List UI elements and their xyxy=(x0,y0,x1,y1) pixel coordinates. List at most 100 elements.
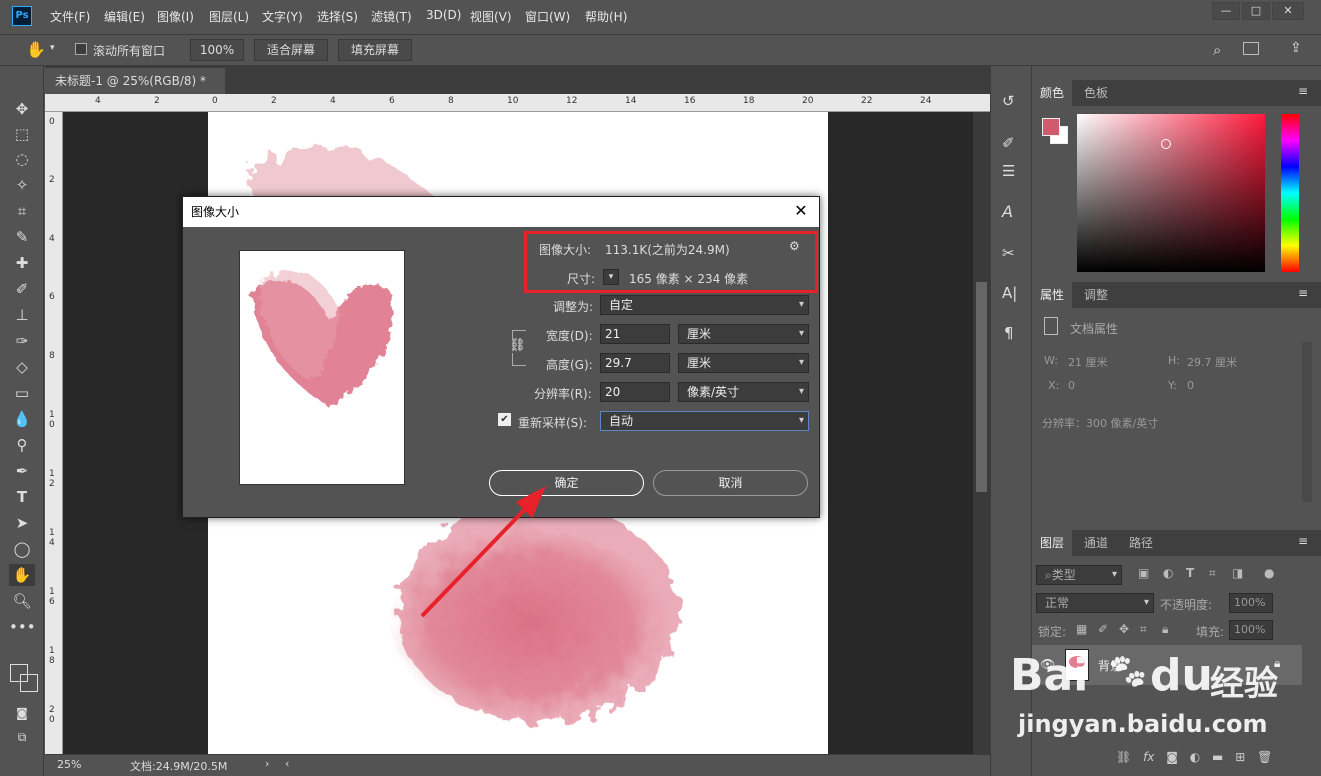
resample-checkbox[interactable]: ✔ xyxy=(498,413,511,426)
link-layers-icon[interactable]: ⛓ xyxy=(1116,750,1131,764)
fit-screen-button[interactable]: 适合屏幕 xyxy=(254,39,328,61)
opacity-input[interactable]: 100% xyxy=(1229,593,1273,613)
scroll-all-checkbox[interactable] xyxy=(75,43,87,55)
lasso-tool-icon[interactable]: ◌ xyxy=(9,148,35,170)
pixel-filter-icon[interactable]: ▣ xyxy=(1138,566,1149,580)
zoom-100-button[interactable]: 100% xyxy=(190,39,244,61)
lock-artboard-icon[interactable]: ⌗ xyxy=(1140,622,1147,637)
menu-select[interactable]: 选择(S) xyxy=(317,8,358,25)
chevron-right-icon[interactable]: › xyxy=(265,757,269,770)
tab-layers[interactable]: 图层 xyxy=(1032,530,1073,556)
properties-scrollbar[interactable] xyxy=(1302,342,1312,502)
screen-mode-icon[interactable]: ⧉ xyxy=(9,726,35,748)
gradient-tool-icon[interactable]: ▭ xyxy=(9,382,35,404)
menu-file[interactable]: 文件(F) xyxy=(50,8,90,25)
fit-to-select[interactable]: 自定 ▾ xyxy=(600,295,809,315)
path-select-icon[interactable]: ➤ xyxy=(9,512,35,534)
crop-tool-icon[interactable]: ⌗ xyxy=(9,200,35,222)
adjustment-sliders-icon[interactable]: ☰ xyxy=(1002,162,1015,180)
zoom-tool-icon[interactable]: 🔍︎ xyxy=(9,590,35,612)
close-icon[interactable]: ✕ xyxy=(1272,2,1304,20)
share-icon[interactable]: ⇪ xyxy=(1290,40,1302,56)
character-icon[interactable]: A xyxy=(1002,202,1013,221)
lock-move-icon[interactable]: ✥ xyxy=(1119,622,1129,636)
type-filter-icon[interactable]: T xyxy=(1186,566,1194,580)
tab-color[interactable]: 颜色 xyxy=(1032,80,1073,106)
type-tool-icon[interactable]: T xyxy=(9,486,35,508)
fill-screen-button[interactable]: 填充屏幕 xyxy=(338,39,412,61)
adjustment-layer-icon[interactable]: ◐ xyxy=(1190,750,1200,764)
image-preview[interactable] xyxy=(239,250,405,485)
hand-tool-icon[interactable]: ✋ xyxy=(9,564,35,586)
brush-tool-icon[interactable]: ✐ xyxy=(9,278,35,300)
menu-view[interactable]: 视图(V) xyxy=(470,8,512,25)
lock-brush-icon[interactable]: ✐ xyxy=(1098,622,1108,636)
cancel-button[interactable]: 取消 xyxy=(653,470,808,496)
search-icon[interactable]: ⌕ xyxy=(1213,41,1221,59)
layer-filter-select[interactable]: ⌕类型 ▾ xyxy=(1036,565,1122,585)
menu-layer[interactable]: 图层(L) xyxy=(209,8,249,25)
close-icon[interactable]: ✕ xyxy=(791,201,811,221)
blur-tool-icon[interactable]: 💧 xyxy=(9,408,35,430)
quick-mask-icon[interactable]: ◙ xyxy=(9,702,35,724)
tab-paths[interactable]: 路径 xyxy=(1121,530,1161,556)
adjustment-filter-icon[interactable]: ◐ xyxy=(1163,566,1173,580)
height-input[interactable]: 29.7 xyxy=(600,353,670,373)
resample-select[interactable]: 自动 ▾ xyxy=(600,411,809,431)
lock-transparent-icon[interactable]: ▦ xyxy=(1076,622,1087,636)
chevron-down-icon[interactable]: ▾ xyxy=(50,43,55,53)
eyedropper-tool-icon[interactable]: ✎ xyxy=(9,226,35,248)
document-tab[interactable]: 未标题-1 @ 25%(RGB/8) * ✕ xyxy=(45,68,225,114)
tab-swatches[interactable]: 色板 xyxy=(1076,80,1116,106)
background-color-swatch[interactable] xyxy=(20,674,38,692)
tab-adjustments[interactable]: 调整 xyxy=(1076,282,1116,308)
new-group-icon[interactable]: ▬ xyxy=(1212,750,1223,764)
width-input[interactable]: 21 xyxy=(600,324,670,344)
height-unit-select[interactable]: 厘米 ▾ xyxy=(678,353,809,373)
maximize-icon[interactable]: □ xyxy=(1242,2,1270,20)
tool-presets-icon[interactable]: ✂ xyxy=(1002,244,1015,262)
panel-menu-icon[interactable]: ≡ xyxy=(1298,534,1308,548)
filter-toggle-icon[interactable]: ● xyxy=(1264,566,1274,580)
healing-tool-icon[interactable]: ✚ xyxy=(9,252,35,274)
zoom-level[interactable]: 25% xyxy=(57,758,81,771)
menu-help[interactable]: 帮助(H) xyxy=(585,8,627,25)
menu-image[interactable]: 图像(I) xyxy=(157,8,194,25)
tab-properties[interactable]: 属性 xyxy=(1032,282,1073,308)
color-picker-field[interactable] xyxy=(1077,114,1265,272)
scrollbar-thumb[interactable] xyxy=(976,282,987,492)
trash-icon[interactable]: 🗑︎ xyxy=(1257,750,1272,764)
smart-object-filter-icon[interactable]: ◨ xyxy=(1232,566,1243,580)
chevron-left-icon[interactable]: ‹ xyxy=(285,757,289,770)
stamp-tool-icon[interactable]: ⊥ xyxy=(9,304,35,326)
workspace-icon[interactable] xyxy=(1243,42,1259,55)
width-unit-select[interactable]: 厘米 ▾ xyxy=(678,324,809,344)
eraser-tool-icon[interactable]: ◇ xyxy=(9,356,35,378)
panel-menu-icon[interactable]: ≡ xyxy=(1298,286,1308,300)
dodge-tool-icon[interactable]: ⚲ xyxy=(9,434,35,456)
shape-filter-icon[interactable]: ⌗ xyxy=(1209,566,1216,581)
menu-window[interactable]: 窗口(W) xyxy=(525,8,570,25)
magic-wand-tool-icon[interactable]: ✧ xyxy=(9,174,35,196)
menu-type[interactable]: 文字(Y) xyxy=(262,8,303,25)
hue-slider[interactable] xyxy=(1281,114,1299,272)
brush-settings-icon[interactable]: ✐ xyxy=(1002,134,1015,152)
ellipse-tool-icon[interactable]: ◯ xyxy=(9,538,35,560)
history-icon[interactable]: ↺ xyxy=(1002,92,1015,110)
lock-all-icon[interactable]: 🔒︎ xyxy=(1162,622,1168,637)
resolution-unit-select[interactable]: 像素/英寸 ▾ xyxy=(678,382,809,402)
resolution-input[interactable]: 20 xyxy=(600,382,670,402)
marquee-tool-icon[interactable]: ⬚ xyxy=(9,123,35,145)
menu-edit[interactable]: 编辑(E) xyxy=(104,8,145,25)
tab-channels[interactable]: 通道 xyxy=(1076,530,1116,556)
more-tools-icon[interactable]: ••• xyxy=(9,616,36,638)
fx-icon[interactable]: fx xyxy=(1143,750,1154,764)
panel-menu-icon[interactable]: ≡ xyxy=(1298,84,1308,98)
new-layer-icon[interactable]: ⊞ xyxy=(1235,750,1245,764)
vertical-scrollbar[interactable] xyxy=(973,112,990,757)
history-brush-icon[interactable]: ✑ xyxy=(9,330,35,352)
blend-mode-select[interactable]: 正常 ▾ xyxy=(1036,593,1154,613)
menu-3d[interactable]: 3D(D) xyxy=(426,8,461,22)
hand-tool-icon[interactable]: ✋ xyxy=(26,40,46,59)
color-picker-cursor[interactable] xyxy=(1161,139,1171,149)
